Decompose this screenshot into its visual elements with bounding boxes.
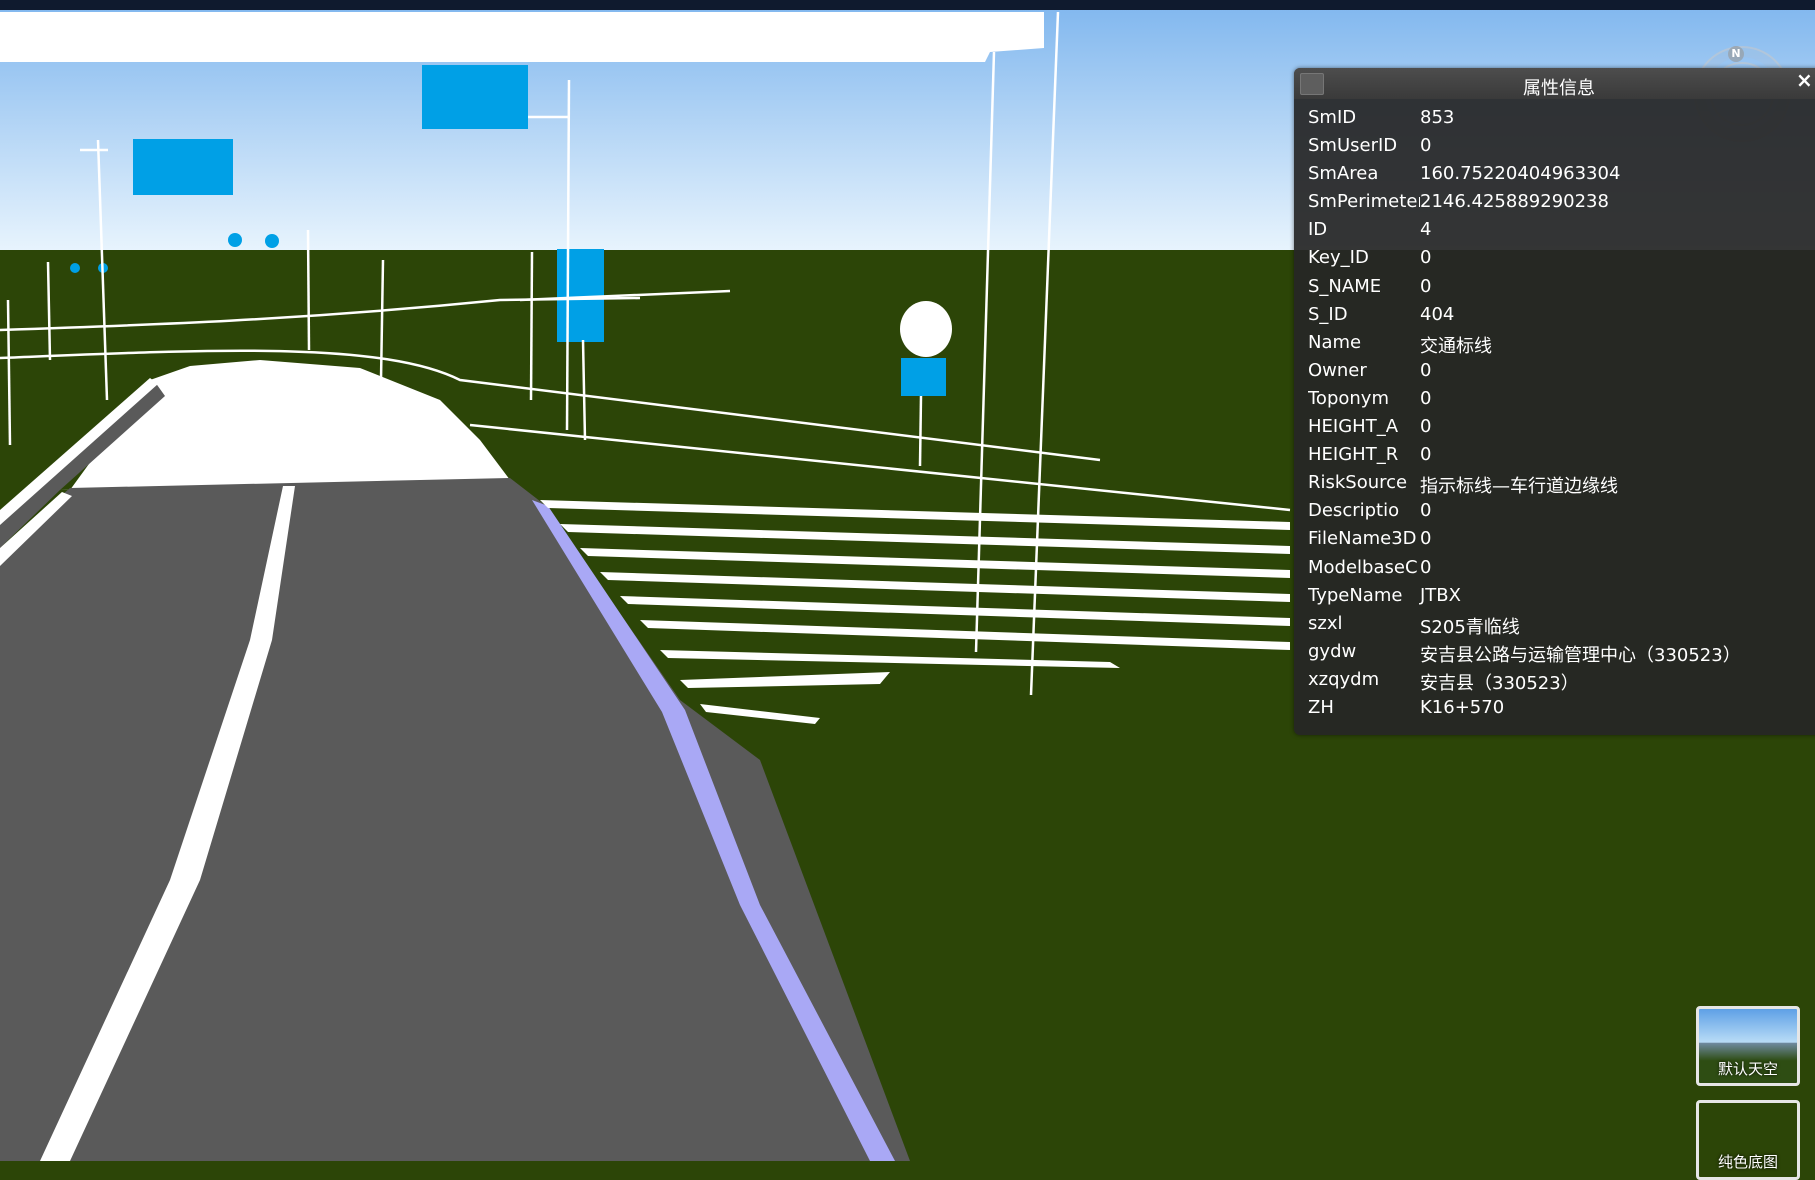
attr-value: 0 [1420, 247, 1432, 269]
panel-title: 属性信息 [1523, 78, 1595, 99]
attr-value: 0 [1420, 528, 1432, 550]
attr-value: 指示标线—车行道边缘线 [1420, 476, 1618, 498]
attr-value: 0 [1420, 135, 1432, 157]
attr-key: SmPerimeter [1308, 191, 1420, 213]
attr-row: SmUserID 0 [1294, 132, 1815, 160]
attr-key: Key_ID [1308, 247, 1369, 269]
basemap-solid-color[interactable]: 纯色底图 [1696, 1100, 1800, 1180]
attr-row: xzqydm 安吉县（330523） [1294, 666, 1815, 694]
attr-key: S_ID [1308, 303, 1348, 325]
attr-key: S_NAME [1308, 275, 1382, 297]
attr-key: SmID [1308, 107, 1357, 128]
overhead-gantry [0, 12, 1044, 62]
sign-blue-overhead-1 [422, 65, 528, 129]
attr-value: 0 [1420, 416, 1432, 438]
attr-value: 160.75220404963304 [1420, 163, 1621, 185]
attr-key: Owner [1308, 359, 1367, 381]
attr-key: HEIGHT_A [1308, 416, 1399, 438]
attr-key: Name [1308, 331, 1362, 353]
attr-row: Key_ID 0 [1294, 244, 1815, 272]
sign-blue-plate [901, 358, 946, 396]
attr-row: SmPerimeter 2146.425889290238 [1294, 188, 1815, 216]
attr-row: RiskSource 指示标线—车行道边缘线 [1294, 469, 1815, 497]
attr-row: FileName3D 0 [1294, 525, 1815, 553]
attr-key: ID [1308, 219, 1328, 241]
attr-row: Name 交通标线 [1294, 329, 1815, 357]
attr-row: HEIGHT_R 0 [1294, 441, 1815, 469]
attr-value: 0 [1420, 275, 1432, 297]
attribute-table: SmID 853 SmUserID 0 SmArea 160.752204049633… [1294, 104, 1815, 722]
attr-value: 4 [1420, 219, 1432, 241]
attr-key: FileName3D [1308, 528, 1417, 550]
attr-value: 853 [1420, 107, 1455, 128]
attr-key: ModelbaseC [1308, 556, 1418, 578]
attr-value: 0 [1420, 500, 1432, 522]
attr-value: 0 [1420, 556, 1432, 578]
attr-row: TypeName JTBX [1294, 582, 1815, 610]
attr-row: S_NAME 0 [1294, 273, 1815, 301]
attr-row: ID 4 [1294, 216, 1815, 244]
sign-round-white [900, 301, 952, 357]
attr-value: S205青临线 [1420, 616, 1520, 638]
sign-blue-overhead-2 [133, 139, 233, 195]
attr-key: gydw [1308, 640, 1357, 662]
attr-key: RiskSource [1308, 472, 1408, 494]
attr-value: 0 [1420, 359, 1432, 381]
attr-key: szxl [1308, 612, 1343, 634]
attr-key: ZH [1308, 696, 1334, 718]
attr-value: 0 [1420, 444, 1432, 466]
attr-row: ZH K16+570 [1294, 694, 1815, 722]
attr-row: Owner 0 [1294, 357, 1815, 385]
compass-north-icon: N [1728, 46, 1744, 62]
attr-row: ModelbaseC 0 [1294, 554, 1815, 582]
attr-key: SmUserID [1308, 135, 1398, 157]
attr-key: TypeName [1308, 584, 1403, 606]
attr-key: Toponym [1308, 387, 1389, 409]
attr-value: K16+570 [1420, 696, 1505, 718]
attr-row: SmArea 160.75220404963304 [1294, 160, 1815, 188]
sign-dot-3 [70, 263, 80, 273]
panel-close-button[interactable]: × [1796, 70, 1813, 90]
attribute-panel-header[interactable]: 属性信息 [1294, 68, 1815, 99]
basemap-label: 默认天空 [1717, 1060, 1778, 1078]
attr-value: 安吉县公路与运输管理中心（330523） [1420, 644, 1741, 666]
attr-row: S_ID 404 [1294, 301, 1815, 329]
attribute-panel: 属性信息 SmID 853 SmUserID 0 SmArea 160.7522040… [1294, 68, 1815, 735]
attr-row: gydw 安吉县公路与运输管理中心（330523） [1294, 638, 1815, 666]
sign-dot-1 [228, 233, 242, 247]
top-bar [0, 0, 1815, 10]
attr-value: 安吉县（330523） [1420, 672, 1579, 694]
attr-row: Toponym 0 [1294, 385, 1815, 413]
attr-key: Descriptio [1308, 500, 1400, 522]
attr-key: xzqydm [1308, 668, 1380, 690]
attr-value: 404 [1420, 303, 1455, 325]
attr-row: HEIGHT_A 0 [1294, 413, 1815, 441]
basemap-default-sky[interactable]: 默认天空 [1696, 1006, 1800, 1086]
attr-row: SmID 853 [1294, 104, 1815, 132]
attr-key: HEIGHT_R [1308, 444, 1399, 466]
attr-key: SmArea [1308, 163, 1379, 185]
attr-value: 交通标线 [1420, 335, 1492, 357]
basemap-label: 纯色底图 [1717, 1153, 1778, 1171]
sign-dot-2 [265, 234, 279, 248]
attr-value: 2146.425889290238 [1420, 191, 1609, 213]
attr-row: szxl S205青临线 [1294, 610, 1815, 638]
attr-row: Descriptio 0 [1294, 497, 1815, 525]
attr-value: 0 [1420, 387, 1432, 409]
attr-value: JTBX [1420, 584, 1461, 606]
